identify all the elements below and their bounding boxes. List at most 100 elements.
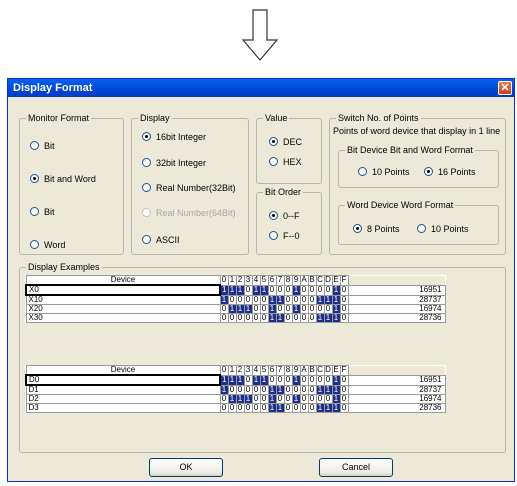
bit-cell: 0 — [227, 403, 237, 413]
device-cell[interactable]: X10 — [25, 294, 221, 305]
bit-cell: 1 — [291, 284, 301, 296]
bit-device-option[interactable]: 16 Points — [424, 167, 476, 178]
radio-button[interactable] — [142, 235, 151, 244]
radio-button[interactable] — [30, 174, 39, 183]
display-option[interactable]: Real Number(32Bit) — [142, 183, 236, 194]
bit-column-header: 6 — [267, 365, 277, 376]
bit-cell: 0 — [307, 313, 317, 323]
bit-cell: 1 — [235, 284, 245, 296]
bit-cell: 1 — [251, 284, 261, 296]
device-cell[interactable]: D2 — [25, 394, 221, 404]
example-table-d: Device 0 1 2 3 4 5 6 7 8 9 A B C D E F D0 1 1 1 0 1 1 0 0 0 1 0 0 0 0 1 0… — [25, 365, 446, 413]
table-row: X30 0 0 0 0 0 0 1 1 0 0 0 0 1 1 1 0 28736 — [25, 313, 446, 323]
bit-cell: 1 — [331, 374, 341, 386]
bit-cell: 0 — [259, 313, 269, 323]
table-row: X10 1 0 0 0 0 0 1 1 0 0 0 0 1 1 1 0 28737 — [25, 294, 446, 305]
bit-column-header: 3 — [243, 365, 253, 376]
device-cell[interactable]: X20 — [25, 304, 221, 314]
word-device-option[interactable]: 10 Points — [417, 224, 469, 235]
monitor-format-option[interactable]: Bit — [30, 207, 55, 218]
bit-cell: 0 — [291, 403, 301, 413]
display-option[interactable]: ASCII — [142, 235, 180, 246]
word-device-option[interactable]: 8 Points — [353, 224, 400, 235]
radio-button[interactable] — [358, 167, 367, 176]
bit-cell: 1 — [227, 374, 237, 386]
bit-order-option[interactable]: 0--F — [269, 211, 300, 222]
bit-column-header: 5 — [259, 275, 269, 286]
radio-button[interactable] — [142, 158, 151, 167]
bit-cell: 0 — [323, 284, 333, 296]
bit-cell: 0 — [235, 403, 245, 413]
radio-button[interactable] — [353, 224, 362, 233]
bit-cell: 0 — [243, 374, 253, 386]
bit-column-header: C — [315, 365, 325, 376]
radio-button[interactable] — [269, 137, 278, 146]
radio-button[interactable] — [142, 132, 151, 141]
radio-button[interactable] — [30, 141, 39, 150]
bit-column-header: B — [307, 275, 317, 286]
radio-button[interactable] — [142, 208, 151, 217]
bit-column-header: 0 — [219, 365, 229, 376]
bit-cell: 0 — [323, 374, 333, 386]
bit-cell: 0 — [259, 403, 269, 413]
radio-button[interactable] — [142, 183, 151, 192]
radio-button[interactable] — [269, 231, 278, 240]
radio-button[interactable] — [269, 211, 278, 220]
bit-cell: 0 — [227, 313, 237, 323]
monitor-format-option[interactable]: Bit and Word — [30, 174, 96, 185]
display-option[interactable]: 16bit Integer — [142, 132, 206, 143]
down-arrow-icon — [241, 9, 279, 61]
value-option-label: HEX — [283, 157, 302, 167]
display-option[interactable]: Real Number(64Bit) — [142, 208, 236, 219]
display-option[interactable]: 32bit Integer — [142, 158, 206, 169]
bit-column-header: 1 — [227, 365, 237, 376]
table-row: D2 0 1 1 1 0 0 1 0 0 1 0 0 0 0 1 0 16974 — [25, 394, 446, 404]
device-cell[interactable]: D1 — [25, 384, 221, 395]
device-cell[interactable]: X0 — [25, 284, 221, 296]
display-option-label: 16bit Integer — [156, 132, 207, 142]
bit-cell: 0 — [299, 403, 309, 413]
table-row: D3 0 0 0 0 0 0 1 1 0 0 0 0 1 1 1 0 28736 — [25, 403, 446, 413]
value-option[interactable]: HEX — [269, 157, 302, 168]
switch-points-group: Switch No. of Points Points of word devi… — [329, 113, 506, 255]
monitor-format-option[interactable]: Bit — [30, 141, 55, 152]
ok-button[interactable]: OK — [149, 458, 223, 477]
bit-column-header: 9 — [291, 275, 301, 286]
display-examples-group: Display Examples Device 0 1 2 3 4 5 6 7 8 9 A B C D E F X… — [19, 262, 506, 453]
table-header-row: Device 0 1 2 3 4 5 6 7 8 9 A B C D E F — [25, 365, 445, 376]
monitor-format-option[interactable]: Word — [30, 240, 65, 251]
bit-cell: 0 — [243, 284, 253, 296]
bit-order-legend: Bit Order — [263, 187, 304, 198]
bit-cell: 1 — [291, 374, 301, 386]
radio-button[interactable] — [269, 157, 278, 166]
bit-cell: 1 — [219, 374, 229, 386]
radio-button[interactable] — [424, 167, 433, 176]
device-cell[interactable]: D3 — [25, 403, 221, 413]
cancel-button[interactable]: Cancel — [319, 458, 393, 477]
bit-column-header: E — [331, 365, 341, 376]
device-cell[interactable]: X30 — [25, 313, 221, 323]
bit-device-option[interactable]: 10 Points — [358, 167, 410, 178]
monitor-format-option-label: Word — [44, 240, 66, 250]
bit-cell: 1 — [267, 313, 277, 323]
close-button[interactable]: ✕ — [498, 81, 512, 95]
bit-column-header: 2 — [235, 365, 245, 376]
display-examples-legend: Display Examples — [26, 262, 102, 273]
value-option[interactable]: DEC — [269, 137, 302, 148]
radio-button[interactable] — [417, 224, 426, 233]
bit-column-header: F — [339, 365, 349, 376]
bit-order-option-label: F--0 — [283, 231, 300, 241]
radio-button[interactable] — [30, 240, 39, 249]
bit-cell: 1 — [227, 284, 237, 296]
monitor-format-group: Monitor Format Bit Bit and Word Bit Word — [19, 113, 124, 255]
bit-column-header: 7 — [275, 275, 285, 286]
table-row: D0 1 1 1 0 1 1 0 0 0 1 0 0 0 0 1 0 16951 — [25, 374, 446, 386]
bit-order-option[interactable]: F--0 — [269, 231, 300, 242]
bit-column-header: 5 — [259, 365, 269, 376]
display-option-label: Real Number(64Bit) — [156, 208, 236, 218]
device-cell[interactable]: D0 — [25, 374, 221, 386]
word-device-option-label: 10 Points — [431, 224, 469, 234]
monitor-format-option-label: Bit and Word — [44, 174, 96, 184]
radio-button[interactable] — [30, 207, 39, 216]
bit-column-header: 7 — [275, 365, 285, 376]
